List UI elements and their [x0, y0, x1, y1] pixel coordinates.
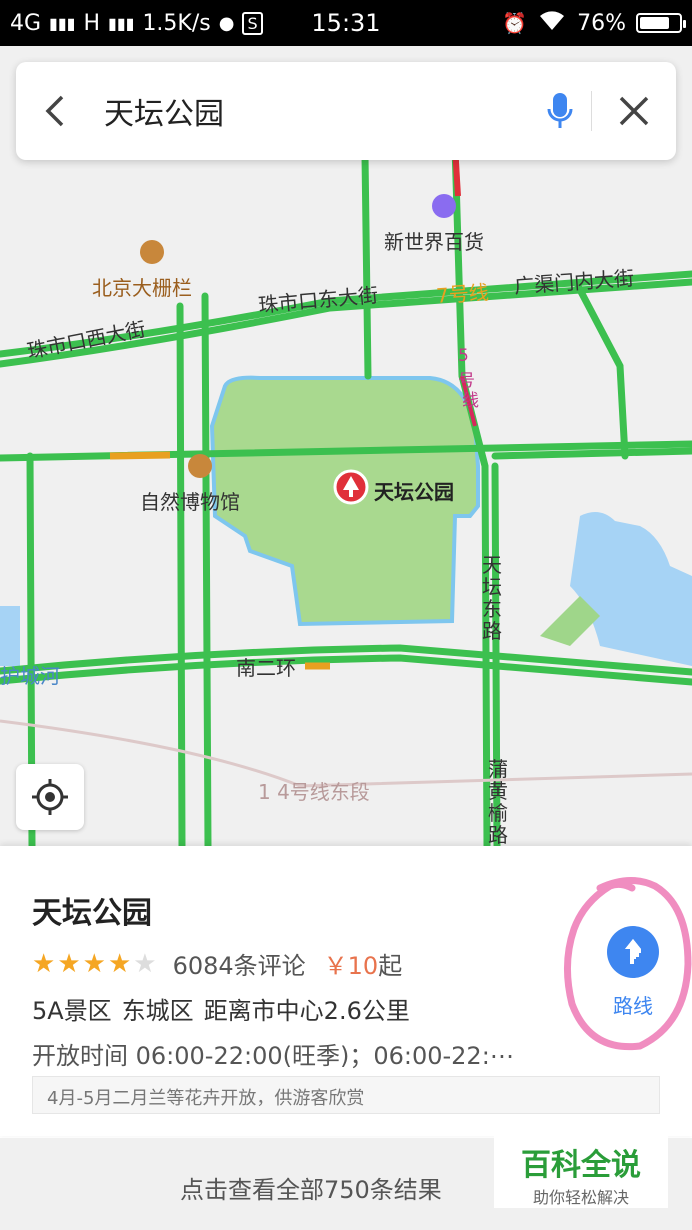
label-museum: 自然博物馆 — [140, 490, 240, 514]
district: 东城区 — [121, 997, 194, 1025]
status-bar: 4G ▮▮▮ H ▮▮▮ 1.5K/s ● S 15:31 ⏰ 76% — [0, 0, 692, 46]
info-row: 5A景区 东城区 距离市中心2.6公里 — [32, 991, 410, 1026]
label-new-world: 新世界百货 — [384, 230, 484, 254]
star-filled-icon: ★ — [107, 948, 132, 979]
microphone-icon — [547, 93, 573, 128]
chevron-left-icon — [45, 95, 64, 127]
poi-name: 天坛公园 — [32, 896, 152, 931]
star-filled-icon: ★ — [32, 948, 56, 979]
clear-search-button[interactable] — [592, 62, 676, 160]
watermark-main: 百科全说 — [521, 1148, 641, 1183]
label-line7: 7号线 — [435, 280, 490, 308]
watermark-sub: 助你轻松解决 — [532, 1188, 629, 1207]
label-line14: 1 4号线东段 — [258, 780, 370, 804]
review-count[interactable]: 6084条评论 — [173, 946, 306, 981]
water-left — [0, 606, 20, 666]
star-rating: ★ ★ ★ ★ ★ — [32, 951, 157, 977]
distance: 距离市中心2.6公里 — [203, 997, 410, 1025]
road-east — [574, 282, 629, 460]
watermark: 百科全说 助你轻松解决 — [494, 1136, 668, 1208]
crosshair-icon — [32, 779, 68, 815]
label-puhuang: 蒲黄榆路 — [488, 757, 508, 846]
label-nanerhuan: 南二环 — [236, 656, 296, 680]
label-temple: 天坛公园 — [374, 480, 454, 504]
map-view[interactable]: 新世界百货 北京大栅栏 珠市口东大街 7号线 广渠门内大街 珠市口西大街 5 号… — [0, 46, 692, 846]
search-bar: 天坛公园 — [16, 62, 676, 160]
label-line5-c: 线 — [462, 391, 479, 411]
road-west-a — [176, 302, 186, 846]
search-query[interactable]: 天坛公园 — [92, 89, 529, 133]
scenic-level: 5A景区 — [32, 997, 112, 1025]
voice-search-button[interactable] — [529, 62, 591, 160]
label-hucheng: 护城河 — [0, 664, 60, 688]
shopping-marker[interactable] — [432, 194, 456, 218]
battery-icon — [636, 13, 686, 33]
annotation-circle — [563, 877, 692, 1051]
price-suffix: 起 — [378, 952, 403, 980]
map-canvas — [0, 142, 692, 846]
star-filled-icon: ★ — [82, 948, 106, 979]
label-dashilan: 北京大栅栏 — [92, 276, 192, 300]
price: ￥10 — [323, 952, 379, 980]
lake — [570, 512, 692, 666]
star-empty-icon: ★ — [133, 948, 157, 979]
star-filled-icon: ★ — [57, 948, 81, 979]
road-traffic-orange — [109, 451, 171, 460]
label-tiantan-east: 天坛东路 — [482, 553, 502, 643]
locate-me-button[interactable] — [16, 764, 84, 830]
label-line5-a: 5 — [458, 346, 469, 366]
clock: 15:31 — [311, 9, 381, 37]
opening-hours: 开放时间 06:00-22:00(旺季)；06:00-22:⋯ — [32, 1042, 514, 1070]
notice-banner: 4月-5月二月兰等花卉开放，供游客欣赏 — [32, 1076, 660, 1114]
museum-marker[interactable] — [188, 454, 212, 478]
road-north — [361, 152, 372, 380]
back-button[interactable] — [16, 62, 92, 160]
landmark-marker[interactable] — [140, 240, 164, 264]
rating-row: ★ ★ ★ ★ ★ 6084条评论 ￥10 起 — [32, 946, 402, 981]
close-icon — [619, 96, 649, 126]
battery-fill — [640, 17, 669, 29]
view-all-results[interactable]: 点击查看全部750条结果 — [180, 1170, 442, 1205]
